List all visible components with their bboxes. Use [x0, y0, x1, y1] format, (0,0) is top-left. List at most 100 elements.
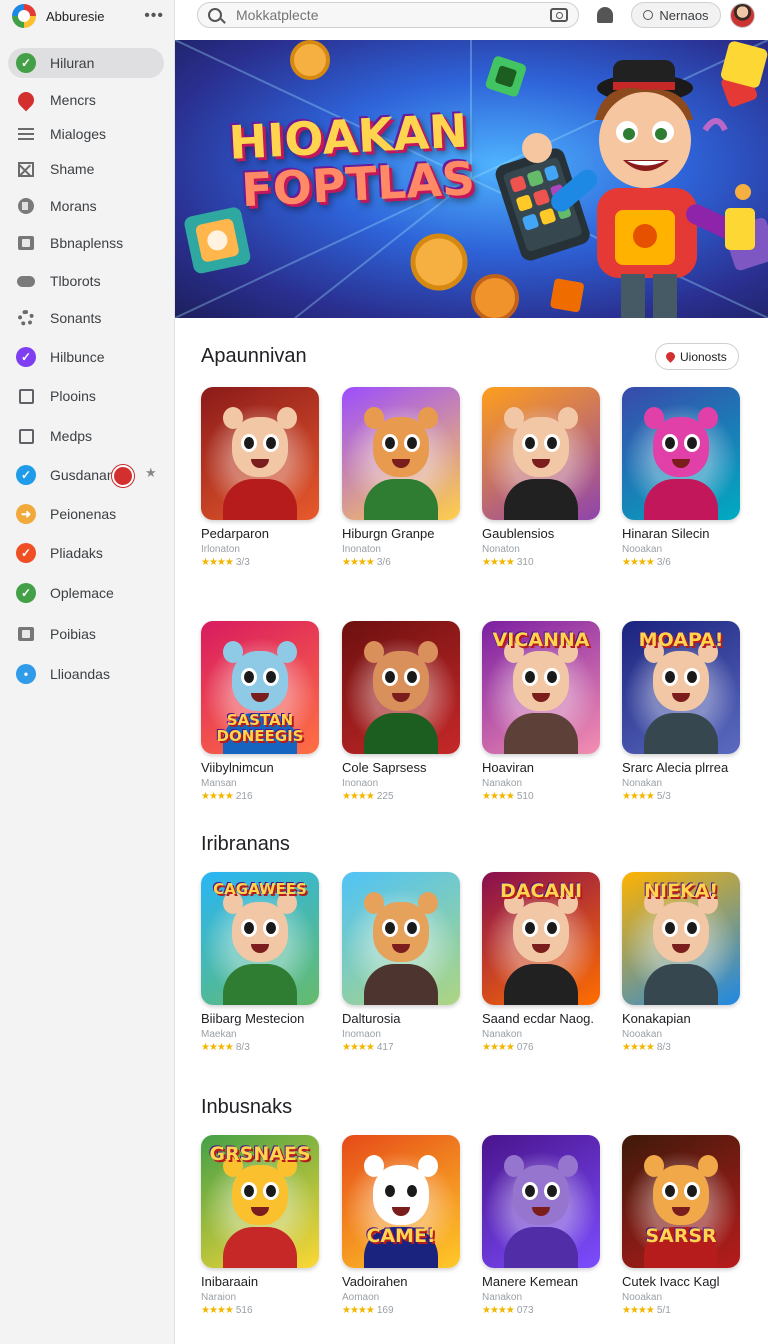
game-title[interactable]: Hinaran Silecin [622, 526, 740, 541]
topbar: Nernaos [175, 0, 768, 40]
game-title[interactable]: Hoaviran [482, 760, 600, 775]
game-title[interactable]: Pedarparon [201, 526, 319, 541]
brand-logo-icon[interactable] [12, 4, 36, 28]
game-subtitle: Maekan [201, 1029, 237, 1040]
game-card[interactable]: Hinaran Silecin Nooakan ★★★★ 3/6 [622, 387, 740, 587]
sidebar-item-label: Oplemace [50, 585, 114, 601]
game-rating: ★★★★ 3/6 [342, 557, 460, 568]
sidebar: Abburesie ••• ✓ Hiluran Mencrs Mialoges Sham… [0, 0, 175, 1344]
sidebar-item[interactable]: ✓ Gusdanan [8, 460, 164, 490]
sidebar-item-label: Mencrs [50, 92, 96, 108]
section-action-button[interactable]: Uionosts [655, 343, 739, 370]
game-card[interactable]: DACANI Saand ecdar Naog. Nanakon ★★★★ 076 [482, 872, 600, 1072]
rating-stars-icon: ★★★★ [201, 557, 234, 568]
section-title: Iribranans [201, 833, 290, 855]
game-title[interactable]: Manere Kemean [482, 1274, 600, 1289]
game-card[interactable]: Cole Saprsess Inonaon ★★★★ 225 [342, 621, 460, 821]
game-thumbnail[interactable]: NIEKA! [622, 872, 740, 1005]
game-thumbnail[interactable] [342, 621, 460, 754]
sidebar-item[interactable]: Bbnaplenss [8, 228, 164, 258]
check-circle-icon: ✓ [16, 543, 36, 563]
game-thumbnail[interactable] [342, 387, 460, 520]
search-input[interactable] [236, 7, 550, 23]
sidebar-item[interactable]: Morans [8, 191, 164, 221]
avatar[interactable] [730, 3, 755, 28]
sidebar-item[interactable]: Sonants [8, 303, 164, 333]
game-card[interactable]: MOAPA! Srarc Alecia plrrea Nonakan ★★★★ 5/3 [622, 621, 740, 821]
rating-stars-icon: ★★★★ [622, 557, 655, 568]
game-badge-icon[interactable] [112, 465, 134, 487]
rating-stars-icon: ★★★★ [482, 1042, 515, 1053]
game-thumbnail[interactable]: CAME! [342, 1135, 460, 1268]
more-options-icon[interactable]: ••• [144, 7, 164, 25]
game-card[interactable]: SASTAN DONEEGIS Viibylnimcun Mansan ★★★★ 216 [201, 621, 319, 821]
sidebar-item[interactable]: Shame [8, 154, 164, 184]
game-thumbnail[interactable] [482, 387, 600, 520]
thumbnail-title-art: DACANI [499, 880, 583, 902]
game-title[interactable]: Inibaraain [201, 1274, 319, 1289]
hero-banner[interactable]: HIOAKAN FOPTLAS [175, 40, 768, 318]
game-card[interactable]: Hiburgn Granpe Inonaton ★★★★ 3/6 [342, 387, 460, 587]
game-thumbnail[interactable] [622, 387, 740, 520]
sidebar-item[interactable]: ✓ Pliadaks [8, 538, 164, 568]
game-title[interactable]: Saand ecdar Naog. [482, 1011, 600, 1026]
search-icon[interactable] [208, 8, 222, 22]
game-card[interactable]: VICANNA Hoaviran Nanakon ★★★★ 510 [482, 621, 600, 821]
game-thumbnail[interactable]: CAGAWEES [201, 872, 319, 1005]
game-title[interactable]: Cole Saprsess [342, 760, 460, 775]
game-thumbnail[interactable]: SASTAN DONEEGIS [201, 621, 319, 754]
game-title[interactable]: Vadoirahen [342, 1274, 460, 1289]
sidebar-item-label: Bbnaplenss [50, 235, 124, 251]
sidebar-item-label: Gusdanan [50, 467, 115, 483]
game-card[interactable]: Gaublensios Nonaton ★★★★ 310 [482, 387, 600, 587]
game-title[interactable]: Konakapian [622, 1011, 740, 1026]
game-title[interactable]: Dalturosia [342, 1011, 460, 1026]
game-thumbnail[interactable] [201, 387, 319, 520]
game-subtitle: Naraion [201, 1292, 237, 1303]
game-card[interactable]: Pedarparon Irlonaton ★★★★ 3/3 [201, 387, 319, 587]
sidebar-item[interactable]: Mencrs [8, 85, 164, 115]
game-title[interactable]: Gaublensios [482, 526, 600, 541]
character-body [504, 1227, 578, 1268]
game-thumbnail[interactable] [342, 872, 460, 1005]
sidebar-item-label: Llioandas [50, 666, 110, 682]
game-rating: ★★★★ 076 [482, 1042, 600, 1053]
game-card[interactable]: Manere Kemean Nanakon ★★★★ 073 [482, 1135, 600, 1335]
check-circle-icon: ✓ [16, 53, 36, 73]
game-title[interactable]: Cutek Ivacc Kagl [622, 1274, 740, 1289]
bell-icon[interactable] [597, 7, 613, 23]
game-card[interactable]: CAGAWEES Biibarg Mestecion Maekan ★★★★ 8/3 [201, 872, 319, 1072]
game-card[interactable]: GRSNAES Inibaraain Naraion ★★★★ 516 [201, 1135, 319, 1335]
game-title[interactable]: Viibylnimcun [201, 760, 319, 775]
game-card[interactable]: NIEKA! Konakapian Nooakan ★★★★ 8/3 [622, 872, 740, 1072]
star-icon[interactable]: ★ [145, 465, 157, 481]
game-subtitle: Mansan [201, 778, 237, 789]
game-thumbnail[interactable]: GRSNAES [201, 1135, 319, 1268]
game-thumbnail[interactable] [482, 1135, 600, 1268]
sidebar-item[interactable]: ✓ Hilbunce [8, 342, 164, 372]
game-thumbnail[interactable]: MOAPA! [622, 621, 740, 754]
game-card[interactable]: CAME! Vadoirahen Aomaon ★★★★ 169 [342, 1135, 460, 1335]
sidebar-item[interactable]: Plooins [8, 381, 164, 411]
sidebar-item[interactable]: Mialoges [8, 119, 164, 149]
camera-search-icon[interactable] [550, 8, 568, 22]
thumbnail-title-art: VICANNA [492, 629, 590, 651]
game-title[interactable]: Hiburgn Granpe [342, 526, 460, 541]
sidebar-item[interactable]: • Llioandas [8, 659, 164, 689]
sidebar-item[interactable]: Medps [8, 421, 164, 451]
character-body [364, 479, 438, 520]
search-bar[interactable] [197, 2, 579, 28]
sidebar-item[interactable]: Tlborots [8, 266, 164, 296]
game-card[interactable]: Dalturosia Inomaon ★★★★ 417 [342, 872, 460, 1072]
sidebar-item[interactable]: Poibias [8, 619, 164, 649]
sidebar-item[interactable]: ➜ Peionenas [8, 499, 164, 529]
game-title[interactable]: Srarc Alecia plrrea [622, 760, 740, 775]
game-thumbnail[interactable]: SARSR [622, 1135, 740, 1268]
game-title[interactable]: Biibarg Mestecion [201, 1011, 319, 1026]
game-thumbnail[interactable]: VICANNA [482, 621, 600, 754]
game-card[interactable]: SARSR Cutek Ivacc Kagl Nooakan ★★★★ 5/1 [622, 1135, 740, 1335]
sidebar-item[interactable]: ✓ Hiluran [8, 48, 164, 78]
game-thumbnail[interactable]: DACANI [482, 872, 600, 1005]
notifications-button[interactable]: Nernaos [631, 2, 721, 28]
sidebar-item[interactable]: ✓ Oplemace [8, 578, 164, 608]
